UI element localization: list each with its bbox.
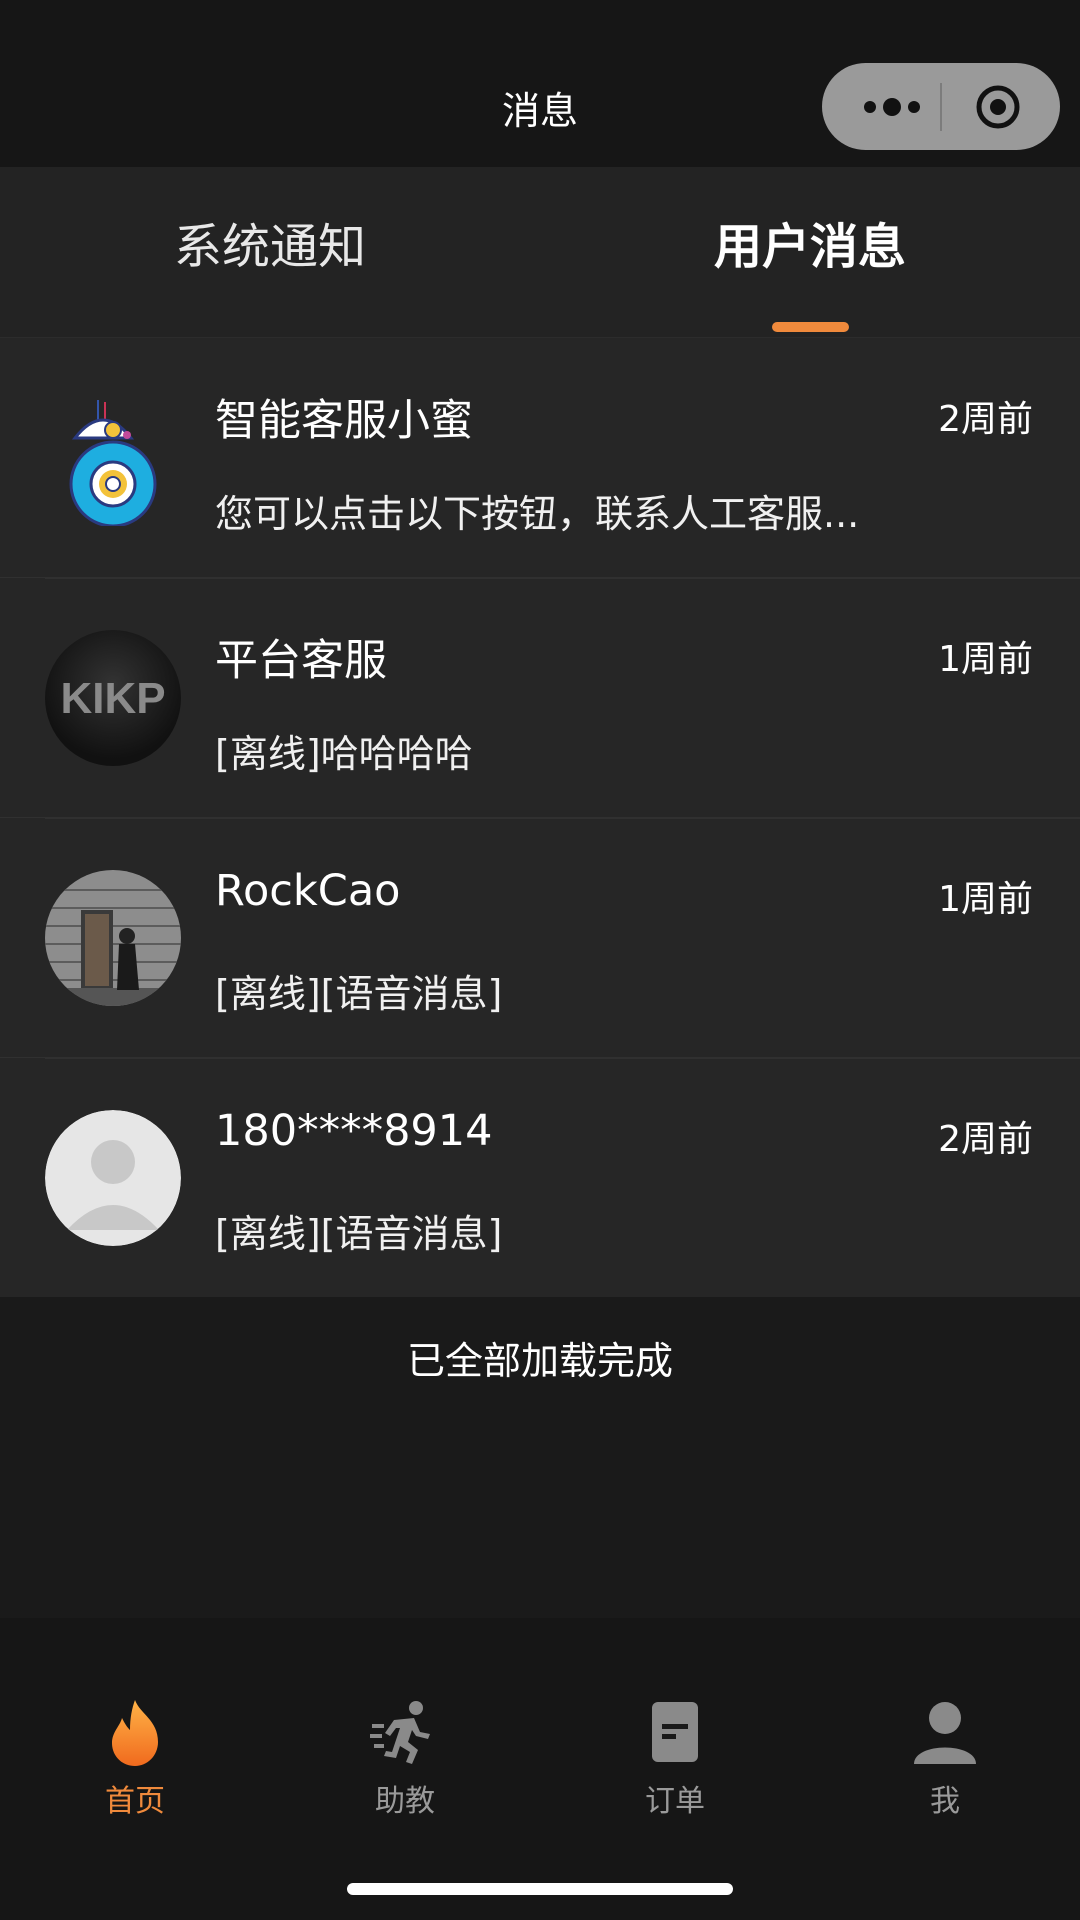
photo-avatar — [45, 870, 181, 1006]
home-indicator — [347, 1883, 733, 1895]
row-divider — [45, 578, 1080, 579]
row-divider — [45, 818, 1080, 819]
document-icon — [652, 1702, 698, 1762]
tabbar-label: 首页 — [105, 1784, 165, 1819]
more-dots-icon[interactable] — [860, 93, 940, 121]
capsule-divider — [940, 83, 942, 131]
default-user-avatar — [45, 1110, 181, 1246]
message-row[interactable]: RockCao 1周前 [离线][语音消息] — [0, 817, 1080, 1057]
message-time: 2周前 — [938, 1119, 1033, 1160]
row-divider — [45, 1058, 1080, 1059]
contact-name: 180****8914 — [215, 1106, 493, 1156]
message-time: 2周前 — [938, 399, 1033, 440]
tabbar-item-orders[interactable]: 订单 — [540, 1698, 810, 1820]
tabbar-label: 订单 — [645, 1784, 705, 1819]
person-icon — [914, 1702, 976, 1764]
target-icon[interactable] — [975, 84, 1021, 130]
tabbar-item-coach[interactable]: 助教 — [270, 1698, 540, 1820]
message-time: 1周前 — [938, 879, 1033, 920]
message-preview: [离线][语音消息] — [215, 1212, 503, 1256]
message-list: 智能客服小蜜 2周前 您可以点击以下按钮，联系人工客服... KIKP 平台客服… — [0, 338, 1080, 1297]
tab-user-messages[interactable]: 用户消息 — [540, 207, 1080, 277]
tabbar-label: 助教 — [375, 1784, 435, 1819]
tab-system-notice[interactable]: 系统通知 — [0, 207, 540, 277]
message-row[interactable]: 180****8914 2周前 [离线][语音消息] — [0, 1057, 1080, 1297]
tabbar-item-home[interactable]: 首页 — [0, 1698, 270, 1820]
navbar: 消息 — [0, 0, 1080, 167]
message-preview: [离线]哈哈哈哈 — [215, 732, 473, 776]
message-preview: 您可以点击以下按钮，联系人工客服... — [215, 492, 860, 536]
active-tab-indicator — [772, 322, 849, 332]
tabbar-label: 我 — [930, 1784, 960, 1819]
message-preview: [离线][语音消息] — [215, 972, 503, 1016]
contact-name: 智能客服小蜜 — [215, 396, 473, 446]
flame-icon — [112, 1700, 158, 1766]
avatar-logo-text: KIKP — [60, 674, 166, 723]
message-row[interactable]: KIKP 平台客服 1周前 [离线]哈哈哈哈 — [0, 577, 1080, 817]
bottom-tab-bar: 首页 助教 订单 我 — [0, 1618, 1080, 1920]
contact-name: 平台客服 — [215, 636, 387, 686]
robot-avatar — [69, 400, 157, 526]
message-tabs: 系统通知 用户消息 — [0, 167, 1080, 338]
mini-program-capsule — [822, 63, 1060, 150]
running-person-icon — [370, 1701, 430, 1764]
kikp-logo-avatar: KIKP — [45, 630, 181, 766]
tabbar-item-me[interactable]: 我 — [810, 1698, 1080, 1820]
all-loaded-status: 已全部加载完成 — [406, 1339, 673, 1383]
message-row[interactable]: 智能客服小蜜 2周前 您可以点击以下按钮，联系人工客服... — [0, 338, 1080, 577]
message-time: 1周前 — [938, 639, 1033, 680]
contact-name: RockCao — [215, 866, 401, 916]
